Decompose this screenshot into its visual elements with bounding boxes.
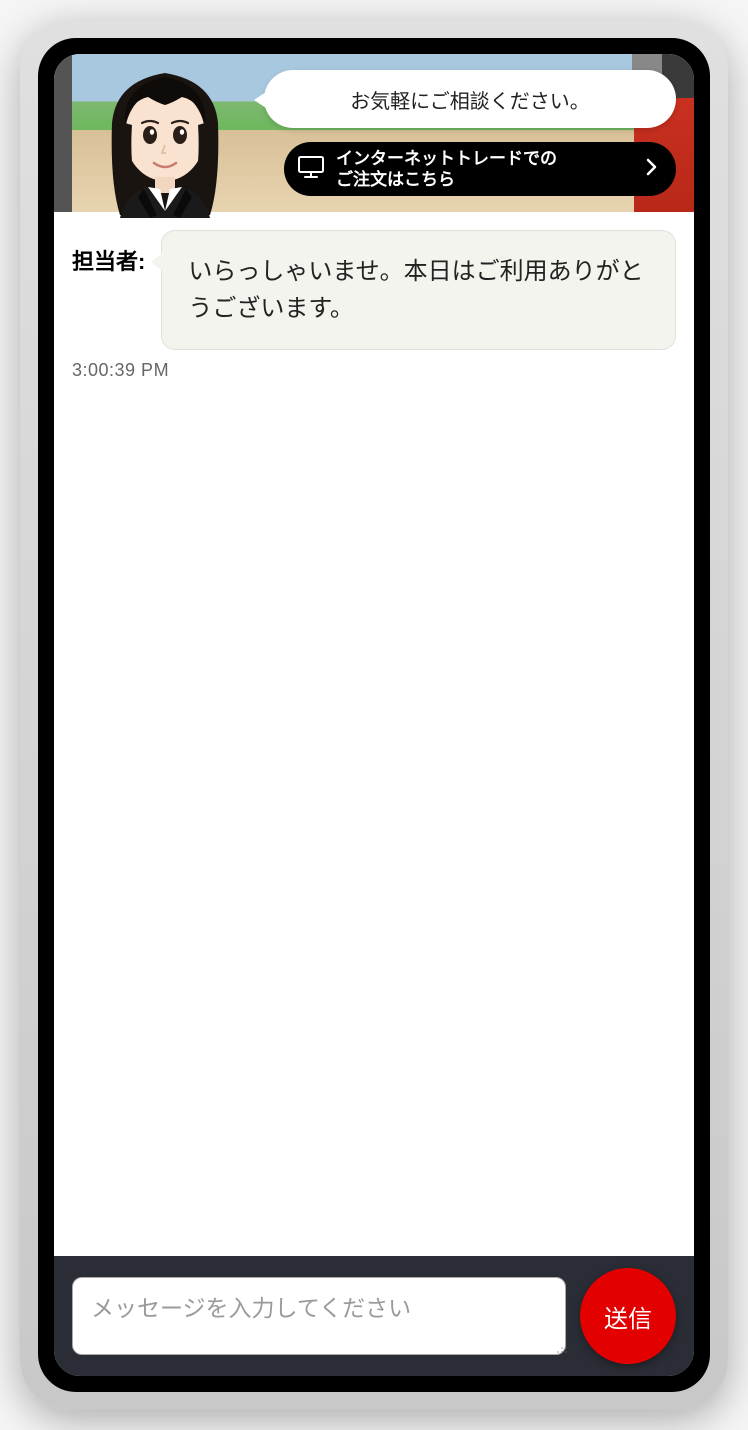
message-text: いらっしゃいませ。本日はご利用ありがとうございます。 (188, 258, 643, 322)
chevron-right-icon (646, 158, 658, 181)
internet-trade-cta-button[interactable]: インターネットトレードでのご注文はこちら (284, 142, 676, 196)
phone-bezel: お気軽にご相談ください。 インターネットトレードでのご注文はこちら (38, 38, 710, 1392)
phone-frame: お気軽にご相談ください。 インターネットトレードでのご注文はこちら (20, 20, 728, 1410)
banner-speech-text: お気軽にご相談ください。 (350, 85, 590, 114)
message-timestamp: 3:00:39 PM (72, 360, 676, 381)
screen: お気軽にご相談ください。 インターネットトレードでのご注文はこちら (54, 54, 694, 1376)
message-input[interactable] (72, 1277, 566, 1355)
operator-avatar (82, 54, 247, 218)
message-row: 担当者: いらっしゃいませ。本日はご利用ありがとうございます。 (72, 230, 676, 350)
banner-speech-bubble: お気軽にご相談ください。 (264, 70, 676, 128)
message-bubble: いらっしゃいませ。本日はご利用ありがとうございます。 (161, 230, 676, 350)
cta-text: インターネットトレードでのご注文はこちら (336, 148, 634, 191)
resize-grip-icon (556, 1342, 568, 1354)
banner-bg-left-pillar (54, 54, 72, 212)
send-button[interactable]: 送信 (580, 1268, 676, 1364)
chat-area: 担当者: いらっしゃいませ。本日はご利用ありがとうございます。 3:00:39 … (54, 212, 694, 1256)
monitor-icon (298, 156, 324, 183)
input-bar: 送信 (54, 1256, 694, 1376)
banner: お気軽にご相談ください。 インターネットトレードでのご注文はこちら (54, 54, 694, 212)
sender-label: 担当者: (72, 230, 145, 276)
